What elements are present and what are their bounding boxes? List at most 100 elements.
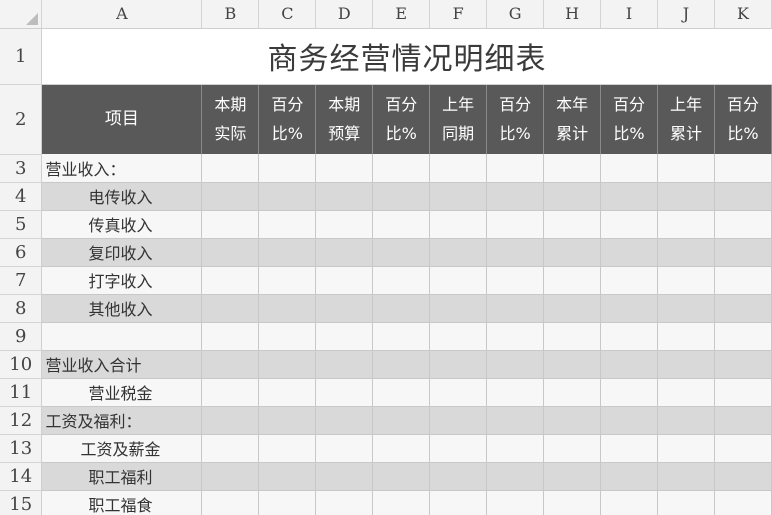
data-cell[interactable]	[372, 294, 431, 323]
data-cell[interactable]	[714, 434, 772, 463]
data-cell[interactable]	[429, 490, 488, 515]
header-cell[interactable]: 百分 比%	[258, 84, 317, 154]
column-header-k[interactable]: K	[714, 0, 772, 29]
data-cell[interactable]	[429, 434, 488, 463]
item-label-cell[interactable]: 营业税金	[41, 378, 203, 407]
row-header[interactable]: 1	[0, 28, 43, 85]
row-header[interactable]: 9	[0, 322, 43, 351]
data-cell[interactable]	[201, 434, 260, 463]
data-cell[interactable]	[600, 490, 659, 515]
column-header-f[interactable]: F	[429, 0, 488, 29]
row-header[interactable]: 15	[0, 490, 43, 515]
column-header-c[interactable]: C	[258, 0, 317, 29]
data-cell[interactable]	[657, 154, 715, 183]
data-cell[interactable]	[258, 462, 317, 491]
data-cell[interactable]	[429, 378, 488, 407]
row-header[interactable]: 5	[0, 210, 43, 239]
data-cell[interactable]	[258, 350, 317, 379]
data-cell[interactable]	[543, 322, 602, 351]
data-cell[interactable]	[714, 322, 772, 351]
data-cell[interactable]	[486, 490, 545, 515]
data-cell[interactable]	[657, 406, 715, 435]
data-cell[interactable]	[429, 462, 488, 491]
data-cell[interactable]	[486, 462, 545, 491]
select-all-corner[interactable]	[0, 0, 43, 29]
data-cell[interactable]	[486, 322, 545, 351]
data-cell[interactable]	[543, 238, 602, 267]
data-cell[interactable]	[600, 266, 659, 295]
item-label-cell[interactable]	[41, 322, 203, 351]
data-cell[interactable]	[600, 294, 659, 323]
header-cell[interactable]: 百分 比%	[600, 84, 659, 154]
data-cell[interactable]	[372, 462, 431, 491]
data-cell[interactable]	[429, 294, 488, 323]
item-label-cell[interactable]: 工资及福利：	[41, 406, 203, 435]
header-item[interactable]: 项目	[41, 84, 203, 154]
data-cell[interactable]	[486, 434, 545, 463]
data-cell[interactable]	[315, 322, 374, 351]
data-cell[interactable]	[486, 350, 545, 379]
row-header[interactable]: 14	[0, 462, 43, 491]
data-cell[interactable]	[372, 154, 431, 183]
data-cell[interactable]	[315, 294, 374, 323]
data-cell[interactable]	[543, 462, 602, 491]
data-cell[interactable]	[543, 210, 602, 239]
data-cell[interactable]	[543, 154, 602, 183]
sheet-title[interactable]: 商务经营情况明细表	[41, 28, 772, 85]
data-cell[interactable]	[372, 182, 431, 211]
row-header[interactable]: 10	[0, 350, 43, 379]
row-header[interactable]: 2	[0, 84, 43, 155]
data-cell[interactable]	[657, 238, 715, 267]
data-cell[interactable]	[429, 322, 488, 351]
data-cell[interactable]	[201, 350, 260, 379]
data-cell[interactable]	[714, 490, 772, 515]
data-cell[interactable]	[372, 434, 431, 463]
column-header-d[interactable]: D	[315, 0, 374, 29]
data-cell[interactable]	[714, 350, 772, 379]
data-cell[interactable]	[600, 182, 659, 211]
data-cell[interactable]	[258, 182, 317, 211]
data-cell[interactable]	[258, 434, 317, 463]
data-cell[interactable]	[486, 238, 545, 267]
data-cell[interactable]	[543, 378, 602, 407]
data-cell[interactable]	[201, 238, 260, 267]
data-cell[interactable]	[486, 210, 545, 239]
item-label-cell[interactable]: 职工福利	[41, 462, 203, 491]
data-cell[interactable]	[258, 490, 317, 515]
data-cell[interactable]	[429, 154, 488, 183]
data-cell[interactable]	[657, 434, 715, 463]
data-cell[interactable]	[714, 266, 772, 295]
data-cell[interactable]	[657, 266, 715, 295]
header-cell[interactable]: 百分 比%	[372, 84, 431, 154]
column-header-b[interactable]: B	[201, 0, 260, 29]
data-cell[interactable]	[657, 462, 715, 491]
data-cell[interactable]	[429, 266, 488, 295]
data-cell[interactable]	[315, 238, 374, 267]
data-cell[interactable]	[429, 182, 488, 211]
data-cell[interactable]	[486, 182, 545, 211]
data-cell[interactable]	[657, 294, 715, 323]
data-cell[interactable]	[201, 322, 260, 351]
data-cell[interactable]	[201, 406, 260, 435]
item-label-cell[interactable]: 职工福食	[41, 490, 203, 515]
data-cell[interactable]	[714, 238, 772, 267]
data-cell[interactable]	[315, 266, 374, 295]
item-label-cell[interactable]: 其他收入	[41, 294, 203, 323]
header-cell[interactable]: 百分 比%	[714, 84, 772, 154]
row-header[interactable]: 3	[0, 154, 43, 183]
data-cell[interactable]	[315, 154, 374, 183]
data-cell[interactable]	[714, 154, 772, 183]
data-cell[interactable]	[714, 182, 772, 211]
data-cell[interactable]	[258, 154, 317, 183]
data-cell[interactable]	[372, 238, 431, 267]
data-cell[interactable]	[315, 378, 374, 407]
data-cell[interactable]	[714, 210, 772, 239]
data-cell[interactable]	[429, 406, 488, 435]
column-header-g[interactable]: G	[486, 0, 545, 29]
column-header-a[interactable]: A	[41, 0, 203, 29]
row-header[interactable]: 4	[0, 182, 43, 211]
header-cell[interactable]: 上年 累计	[657, 84, 715, 154]
data-cell[interactable]	[315, 406, 374, 435]
data-cell[interactable]	[372, 350, 431, 379]
data-cell[interactable]	[714, 378, 772, 407]
